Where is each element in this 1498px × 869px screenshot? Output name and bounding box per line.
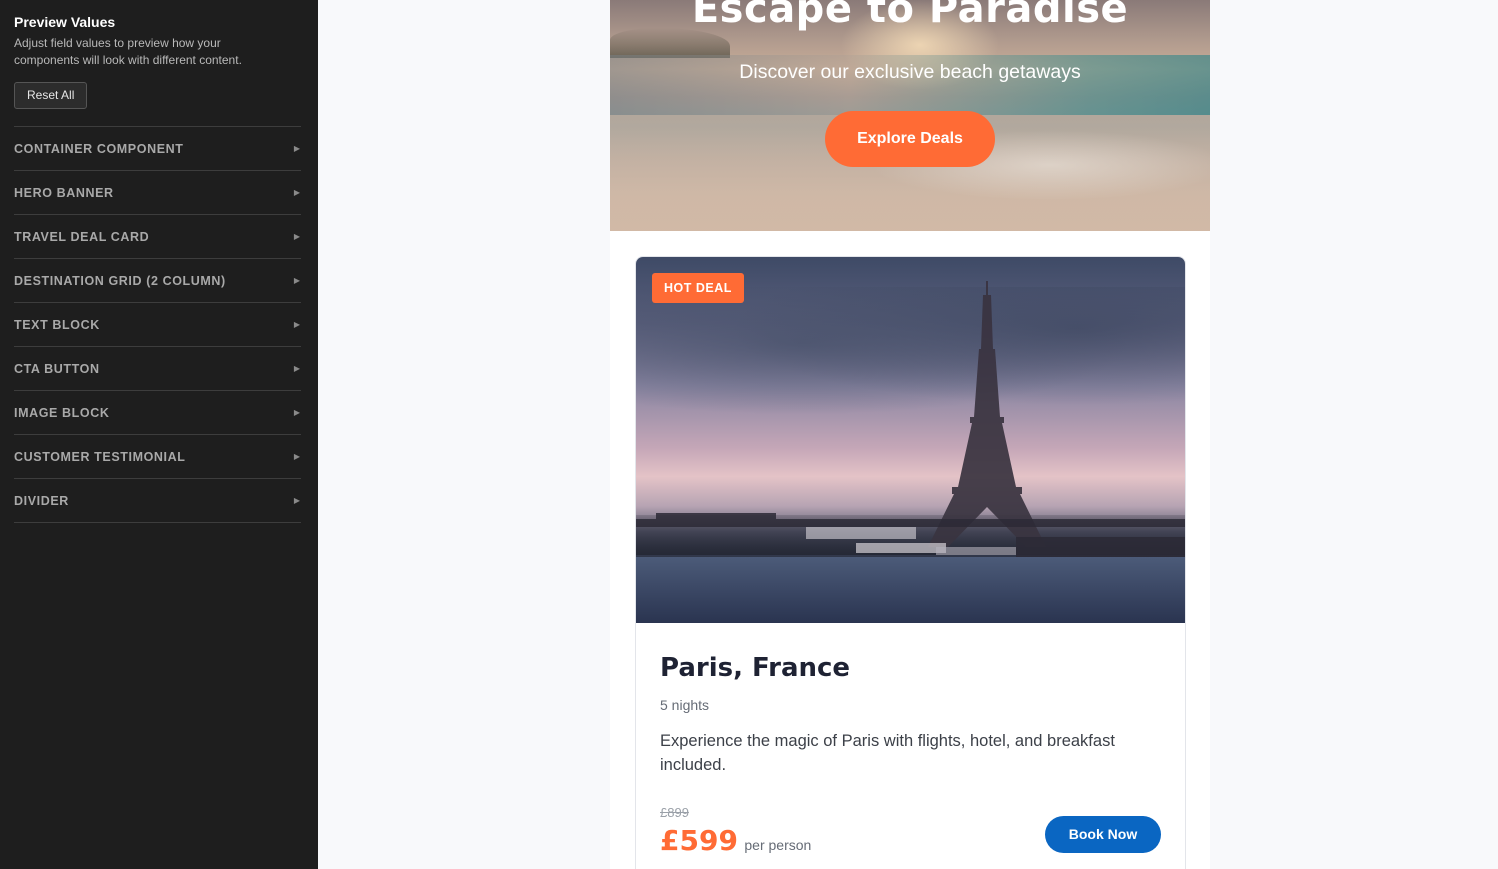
expand-arrow-icon: ▶ xyxy=(293,320,300,329)
section-text-block[interactable]: TEXT BLOCK ▶ xyxy=(14,303,301,347)
trip-duration: 5 nights xyxy=(660,697,710,713)
preview-canvas: Escape to Paradise Discover our exclusiv… xyxy=(318,0,1498,869)
expand-arrow-icon: ▶ xyxy=(293,144,300,153)
expand-arrow-icon: ▶ xyxy=(293,408,300,417)
explore-deals-button[interactable]: Explore Deals xyxy=(825,111,995,167)
preview-values-panel: Preview Values Adjust field values to pr… xyxy=(0,0,318,869)
section-label: DIVIDER xyxy=(14,493,69,508)
section-travel-deal-card[interactable]: TRAVEL DEAL CARD ▶ xyxy=(14,215,301,259)
book-now-button[interactable]: Book Now xyxy=(1045,816,1161,853)
section-label: TEXT BLOCK xyxy=(14,317,100,332)
price-unit: per person xyxy=(744,837,812,853)
hero-banner: Escape to Paradise Discover our exclusiv… xyxy=(610,0,1210,231)
section-label: CTA BUTTON xyxy=(14,361,100,376)
section-hero-banner[interactable]: HERO BANNER ▶ xyxy=(14,171,301,215)
section-label: HERO BANNER xyxy=(14,185,114,200)
hero-image-palms xyxy=(610,28,730,58)
section-container-component[interactable]: CONTAINER COMPONENT ▶ xyxy=(14,127,301,171)
price-amount: £599 xyxy=(660,824,738,857)
section-label: TRAVEL DEAL CARD xyxy=(14,229,150,244)
hero-title: Escape to Paradise xyxy=(691,0,1129,32)
section-divider[interactable]: DIVIDER ▶ xyxy=(14,479,301,523)
section-customer-testimonial[interactable]: CUSTOMER TESTIMONIAL ▶ xyxy=(14,435,301,479)
eiffel-tower-illustration xyxy=(636,281,1185,557)
component-list: CONTAINER COMPONENT ▶ HERO BANNER ▶ TRAV… xyxy=(14,127,301,523)
expand-arrow-icon: ▶ xyxy=(293,188,300,197)
travel-deal-card: HOT DEAL Paris, France 5 nights Experien… xyxy=(635,256,1186,869)
expand-arrow-icon: ▶ xyxy=(293,452,300,461)
panel-description: Adjust field values to preview how your … xyxy=(14,36,242,67)
expand-arrow-icon: ▶ xyxy=(293,276,300,285)
reset-all-button[interactable]: Reset All xyxy=(14,82,88,109)
hero-subtitle: Discover our exclusive beach getaways xyxy=(739,61,1081,83)
card-body: Paris, France 5 nights Experience the ma… xyxy=(636,623,1185,865)
section-cta-button[interactable]: CTA BUTTON ▶ xyxy=(14,347,301,391)
section-label: IMAGE BLOCK xyxy=(14,405,110,420)
price-row: £899 £599 per person Book Now xyxy=(660,805,1161,865)
destination-image: HOT DEAL xyxy=(636,257,1185,623)
section-image-block[interactable]: IMAGE BLOCK ▶ xyxy=(14,391,301,435)
section-label: CUSTOMER TESTIMONIAL xyxy=(14,449,186,464)
section-label: DESTINATION GRID (2 COLUMN) xyxy=(14,273,226,288)
hot-deal-badge: HOT DEAL xyxy=(652,273,744,303)
destination-title: Paris, France xyxy=(660,653,851,683)
section-label: CONTAINER COMPONENT xyxy=(14,141,184,156)
expand-arrow-icon: ▶ xyxy=(293,364,300,373)
expand-arrow-icon: ▶ xyxy=(293,496,300,505)
panel-title: Preview Values xyxy=(14,14,116,30)
expand-arrow-icon: ▶ xyxy=(293,232,300,241)
deal-description: Experience the magic of Paris with fligh… xyxy=(660,732,1115,774)
section-destination-grid[interactable]: DESTINATION GRID (2 COLUMN) ▶ xyxy=(14,259,301,303)
email-preview: Escape to Paradise Discover our exclusiv… xyxy=(610,0,1210,869)
